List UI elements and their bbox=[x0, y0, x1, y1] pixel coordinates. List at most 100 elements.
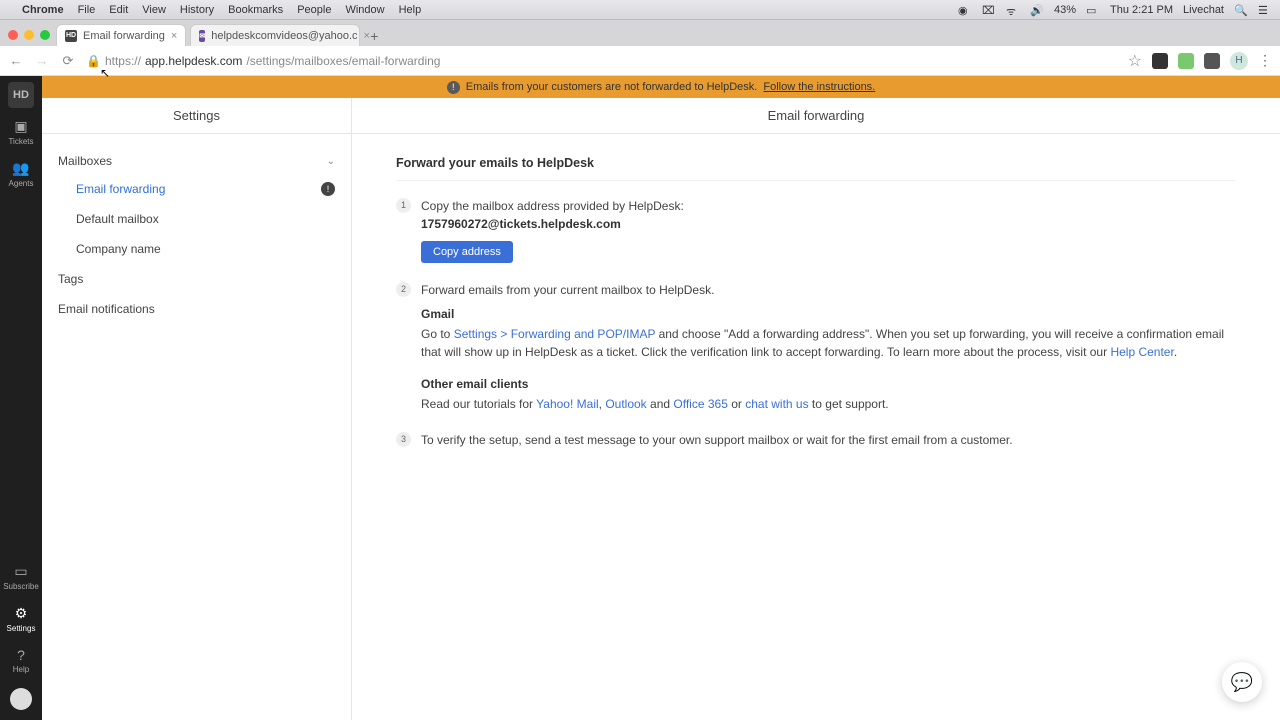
menu-bookmarks[interactable]: Bookmarks bbox=[228, 4, 283, 16]
rail-label: Settings bbox=[7, 624, 36, 633]
maximize-window[interactable] bbox=[40, 30, 50, 40]
url-field[interactable]: 🔒 https:// app.helpdesk.com/settings/mail… bbox=[86, 54, 1118, 68]
warning-banner: ! Emails from your customers are not for… bbox=[42, 76, 1280, 98]
chrome-menu-icon[interactable]: ⋮ bbox=[1258, 52, 1272, 69]
section-title: Forward your emails to HelpDesk bbox=[396, 156, 1236, 181]
app-logo[interactable]: HD bbox=[8, 82, 34, 108]
rail-agents[interactable]: 👥 Agents bbox=[9, 160, 34, 188]
menu-view[interactable]: View bbox=[142, 4, 166, 16]
menu-people[interactable]: People bbox=[297, 4, 331, 16]
settings-sidebar: Settings Mailboxes ⌄ Email forwarding ! … bbox=[42, 98, 352, 720]
nav-tags[interactable]: Tags bbox=[42, 264, 351, 294]
live-chat-button[interactable]: 💬 bbox=[1222, 662, 1262, 702]
menubar-user[interactable]: Livechat bbox=[1183, 4, 1224, 16]
chrome-addressbar: ← → ⟳ 🔒 https:// app.helpdesk.com/setting… bbox=[0, 46, 1280, 76]
extension-icon[interactable] bbox=[1204, 53, 1220, 69]
help-center-link[interactable]: Help Center bbox=[1110, 345, 1173, 359]
profile-avatar[interactable]: H bbox=[1230, 52, 1248, 70]
group-mailboxes[interactable]: Mailboxes ⌄ bbox=[42, 148, 351, 174]
user-avatar[interactable] bbox=[10, 688, 32, 710]
settings-title: Settings bbox=[42, 98, 351, 134]
reload-button[interactable]: ⟳ bbox=[60, 53, 76, 69]
app-rail: HD ▣ Tickets 👥 Agents ▭ Subscribe ⚙ Sett… bbox=[0, 76, 42, 720]
rail-label: Agents bbox=[9, 179, 34, 188]
url-scheme: https:// bbox=[105, 54, 141, 68]
nav-label: Company name bbox=[76, 242, 161, 256]
tab-title: Email forwarding bbox=[83, 30, 165, 42]
lock-icon: 🔒 bbox=[86, 54, 101, 68]
tab-yahoo[interactable]: ✉ helpdeskcomvideos@yahoo.c × bbox=[190, 24, 360, 46]
step-number: 2 bbox=[396, 282, 411, 297]
record-icon[interactable]: ◉ bbox=[958, 4, 972, 16]
chrome-tabbar: HD Email forwarding × ✉ helpdeskcomvideo… bbox=[0, 20, 1280, 46]
chat-with-us-link[interactable]: chat with us bbox=[745, 397, 808, 411]
nav-email-forwarding[interactable]: Email forwarding ! bbox=[42, 174, 351, 204]
menu-help[interactable]: Help bbox=[399, 4, 422, 16]
step1-text: Copy the mailbox address provided by Hel… bbox=[421, 197, 1236, 215]
volume-icon[interactable]: 🔊 bbox=[1030, 4, 1044, 16]
gmail-settings-link[interactable]: Settings > Forwarding and POP/IMAP bbox=[454, 327, 656, 341]
banner-link[interactable]: Follow the instructions. bbox=[763, 81, 875, 93]
tab-email-forwarding[interactable]: HD Email forwarding × bbox=[56, 24, 186, 46]
group-label: Mailboxes bbox=[58, 154, 112, 168]
tab-favicon: ✉ bbox=[199, 30, 205, 42]
clock[interactable]: Thu 2:21 PM bbox=[1110, 4, 1173, 16]
step-1: 1 Copy the mailbox address provided by H… bbox=[396, 197, 1236, 263]
nav-company-name[interactable]: Company name bbox=[42, 234, 351, 264]
outlook-link[interactable]: Outlook bbox=[605, 397, 646, 411]
extension-icon[interactable] bbox=[1152, 53, 1168, 69]
url-path: /settings/mailboxes/email-forwarding bbox=[246, 54, 440, 68]
battery-pct: 43% bbox=[1054, 4, 1076, 16]
spotlight-icon[interactable]: 🔍 bbox=[1234, 4, 1248, 16]
nav-label: Default mailbox bbox=[76, 212, 159, 226]
gmail-heading: Gmail bbox=[421, 305, 1236, 323]
banner-text: Emails from your customers are not forwa… bbox=[466, 81, 758, 93]
tab-close-icon[interactable]: × bbox=[171, 30, 177, 42]
extension-icon[interactable] bbox=[1178, 53, 1194, 69]
tab-favicon: HD bbox=[65, 30, 77, 42]
page-title: Email forwarding bbox=[352, 98, 1280, 134]
agents-icon: 👥 bbox=[12, 160, 29, 177]
copy-address-button[interactable]: Copy address bbox=[421, 241, 513, 263]
tab-title: helpdeskcomvideos@yahoo.c bbox=[211, 30, 357, 42]
yahoo-link[interactable]: Yahoo! Mail bbox=[536, 397, 598, 411]
subscribe-icon: ▭ bbox=[14, 563, 27, 580]
rail-help[interactable]: ? Help bbox=[13, 647, 29, 674]
menu-file[interactable]: File bbox=[78, 4, 96, 16]
wifi-icon[interactable]: ᯤ bbox=[1006, 4, 1020, 16]
list-icon[interactable]: ☰ bbox=[1258, 4, 1272, 16]
step-3: 3 To verify the setup, send a test messa… bbox=[396, 431, 1236, 449]
help-icon: ? bbox=[17, 647, 25, 663]
star-icon[interactable]: ☆ bbox=[1128, 51, 1142, 71]
back-button[interactable]: ← bbox=[8, 53, 24, 68]
other-clients-heading: Other email clients bbox=[421, 375, 1236, 393]
step3-text: To verify the setup, send a test message… bbox=[421, 431, 1236, 449]
rail-settings[interactable]: ⚙ Settings bbox=[7, 605, 36, 633]
close-window[interactable] bbox=[8, 30, 18, 40]
menubar-app[interactable]: Chrome bbox=[22, 4, 64, 16]
gmail-instructions: Go to Settings > Forwarding and POP/IMAP… bbox=[421, 325, 1236, 361]
new-tab-button[interactable]: + bbox=[364, 26, 384, 46]
rail-tickets[interactable]: ▣ Tickets bbox=[8, 118, 33, 146]
url-host: app.helpdesk.com bbox=[145, 54, 242, 68]
office365-link[interactable]: Office 365 bbox=[673, 397, 727, 411]
forward-button: → bbox=[34, 53, 50, 68]
menu-edit[interactable]: Edit bbox=[109, 4, 128, 16]
step-2: 2 Forward emails from your current mailb… bbox=[396, 281, 1236, 413]
minimize-window[interactable] bbox=[24, 30, 34, 40]
screen-icon[interactable]: ⌧ bbox=[982, 4, 996, 16]
menu-window[interactable]: Window bbox=[345, 4, 384, 16]
chevron-down-icon: ⌄ bbox=[327, 156, 335, 167]
gear-icon: ⚙ bbox=[15, 605, 28, 622]
battery-icon[interactable]: ▭ bbox=[1086, 4, 1100, 16]
rail-subscribe[interactable]: ▭ Subscribe bbox=[3, 563, 39, 591]
nav-email-notifications[interactable]: Email notifications bbox=[42, 294, 351, 324]
rail-label: Help bbox=[13, 665, 29, 674]
window-controls bbox=[6, 30, 56, 46]
macos-menubar: Chrome File Edit View History Bookmarks … bbox=[0, 0, 1280, 20]
nav-default-mailbox[interactable]: Default mailbox bbox=[42, 204, 351, 234]
menu-history[interactable]: History bbox=[180, 4, 214, 16]
mailbox-address: 1757960272@tickets.helpdesk.com bbox=[421, 215, 1236, 233]
step-number: 3 bbox=[396, 432, 411, 447]
main-panel: Email forwarding Forward your emails to … bbox=[352, 98, 1280, 720]
